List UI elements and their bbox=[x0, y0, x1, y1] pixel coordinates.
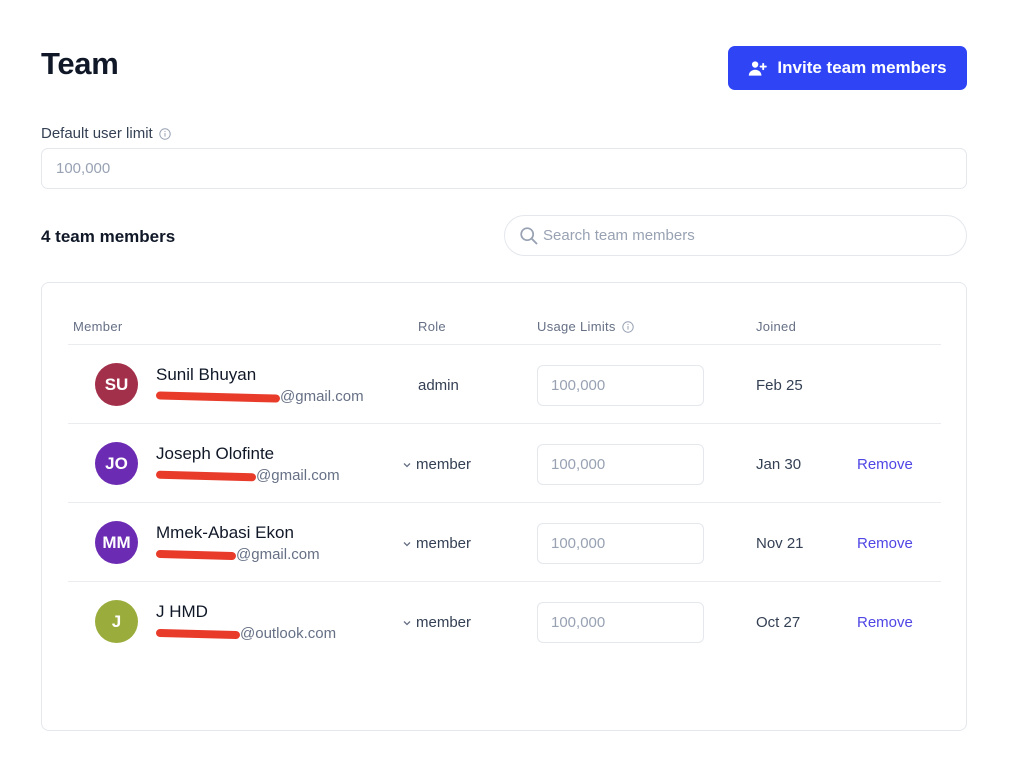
email-redaction bbox=[155, 549, 237, 561]
role-dropdown[interactable]: member bbox=[402, 614, 471, 631]
role-label: admin bbox=[418, 377, 459, 394]
member-email: @outlook.com bbox=[155, 625, 337, 642]
member-name: J HMD bbox=[156, 602, 208, 621]
member-email-domain: @outlook.com bbox=[240, 625, 337, 642]
email-redaction bbox=[155, 470, 257, 482]
column-header-role: Role bbox=[418, 319, 446, 334]
role-label: member bbox=[416, 456, 472, 473]
table-row: J J HMD @outlook.com member Oct 27 Remov… bbox=[68, 582, 941, 661]
table-row: SU Sunil Bhuyan @gmail.com admin Feb 25 bbox=[68, 345, 941, 424]
column-header-usage-limits-text: Usage Limits bbox=[537, 319, 616, 334]
default-user-limit-input[interactable] bbox=[41, 148, 967, 189]
member-email: @gmail.com bbox=[155, 546, 320, 563]
invite-team-members-button[interactable]: Invite team members bbox=[728, 46, 967, 90]
avatar: J bbox=[95, 600, 138, 643]
avatar: MM bbox=[95, 521, 138, 564]
member-name: Joseph Olofinte bbox=[156, 444, 275, 463]
page-title: Team bbox=[41, 46, 119, 81]
remove-member-link[interactable]: Remove bbox=[857, 456, 913, 473]
remove-member-link[interactable]: Remove bbox=[857, 614, 913, 631]
search-field[interactable] bbox=[504, 215, 967, 256]
email-redaction bbox=[155, 391, 281, 403]
default-user-limit-label: Default user limit bbox=[41, 125, 171, 142]
chevron-down-icon bbox=[403, 620, 411, 625]
team-members-table: Member Role Usage Limits Joined SU Sunil… bbox=[41, 282, 967, 731]
role-dropdown[interactable]: member bbox=[402, 456, 471, 473]
default-user-limit-text: Default user limit bbox=[41, 125, 153, 142]
column-header-member: Member bbox=[73, 319, 123, 334]
search-icon bbox=[520, 226, 538, 244]
member-email: @gmail.com bbox=[155, 388, 364, 405]
member-email-domain: @gmail.com bbox=[256, 467, 340, 484]
avatar: JO bbox=[95, 442, 138, 485]
role-label: member bbox=[416, 614, 472, 631]
email-redaction bbox=[155, 628, 241, 640]
search-team-members-input[interactable] bbox=[543, 227, 966, 244]
team-members-count: 4 team members bbox=[41, 227, 176, 246]
info-icon bbox=[159, 127, 171, 140]
member-email-domain: @gmail.com bbox=[280, 388, 364, 405]
usage-limit-input[interactable] bbox=[537, 365, 704, 406]
info-icon bbox=[622, 320, 634, 333]
member-email: @gmail.com bbox=[155, 467, 340, 484]
column-header-usage-limits: Usage Limits bbox=[537, 319, 634, 334]
member-role: admin bbox=[418, 377, 459, 394]
usage-limit-input[interactable] bbox=[537, 523, 704, 564]
chevron-down-icon bbox=[403, 462, 411, 467]
table-row: JO Joseph Olofinte @gmail.com member Jan… bbox=[68, 424, 941, 503]
role-label: member bbox=[416, 535, 472, 552]
remove-member-link[interactable]: Remove bbox=[857, 535, 913, 552]
usage-limit-input[interactable] bbox=[537, 602, 704, 643]
invite-button-label: Invite team members bbox=[777, 58, 947, 77]
column-header-joined: Joined bbox=[756, 319, 797, 334]
joined-date: Feb 25 bbox=[756, 377, 803, 394]
avatar: SU bbox=[95, 363, 138, 406]
user-plus-icon bbox=[749, 60, 768, 76]
joined-date: Jan 30 bbox=[756, 456, 802, 473]
table-row: MM Mmek-Abasi Ekon @gmail.com member Nov… bbox=[68, 503, 941, 582]
member-name: Mmek-Abasi Ekon bbox=[156, 523, 294, 542]
chevron-down-icon bbox=[403, 541, 411, 546]
joined-date: Oct 27 bbox=[756, 614, 801, 631]
joined-date: Nov 21 bbox=[756, 535, 804, 552]
usage-limit-input[interactable] bbox=[537, 444, 704, 485]
member-name: Sunil Bhuyan bbox=[156, 365, 257, 384]
role-dropdown[interactable]: member bbox=[402, 535, 471, 552]
member-email-domain: @gmail.com bbox=[236, 546, 320, 563]
